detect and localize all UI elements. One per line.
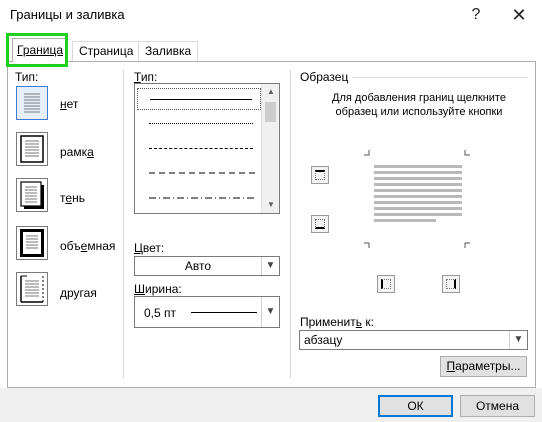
- preview-line: [374, 183, 462, 186]
- shadow-border-icon[interactable]: [16, 178, 48, 212]
- 3d-border-icon[interactable]: [16, 226, 48, 260]
- top-border-button-icon[interactable]: [311, 166, 329, 184]
- scroll-up-icon[interactable]: ▲: [262, 84, 280, 100]
- tab-shading[interactable]: Заливка: [138, 41, 199, 61]
- options-button[interactable]: Параметры...: [440, 356, 527, 377]
- chevron-down-icon[interactable]: ▼: [261, 297, 279, 327]
- scrollbar-thumb[interactable]: [265, 102, 276, 122]
- tab-border-label: Граница: [17, 43, 64, 57]
- setting-custom-label[interactable]: другая: [60, 286, 97, 300]
- tab-shading-label: Заливка: [145, 44, 192, 58]
- apply-value: абзацу: [304, 333, 343, 347]
- color-value: Авто: [184, 259, 212, 273]
- setting-label: Тип:: [15, 70, 39, 84]
- chevron-down-icon[interactable]: ▼: [509, 331, 527, 349]
- width-value: 0,5 пт: [144, 306, 177, 320]
- divider: [290, 70, 291, 378]
- scroll-down-icon[interactable]: ▼: [262, 197, 280, 213]
- line-style-dashed[interactable]: [137, 163, 261, 185]
- color-dropdown[interactable]: Авто ▼: [134, 256, 280, 276]
- close-button[interactable]: ✕: [508, 4, 530, 26]
- right-border-button-icon[interactable]: [442, 275, 460, 293]
- width-label: Ширина:: [134, 282, 182, 296]
- preview-line: [374, 219, 436, 222]
- style-label: Тип:: [134, 70, 158, 84]
- line-style-dotted[interactable]: [137, 113, 261, 135]
- setting-shadow-label[interactable]: тень: [60, 191, 85, 205]
- left-border-button-icon[interactable]: [377, 275, 395, 293]
- ok-button[interactable]: ОК: [378, 395, 453, 417]
- setting-box-label[interactable]: рамка: [60, 145, 94, 159]
- window-title: Границы и заливка: [10, 7, 125, 22]
- width-sample-line: [191, 312, 257, 313]
- box-border-icon[interactable]: [16, 132, 48, 166]
- line-style-scrollbar[interactable]: ▲ ▼: [261, 84, 279, 213]
- preview-line: [374, 207, 462, 210]
- preview-rule: [352, 77, 528, 78]
- width-dropdown[interactable]: 0,5 пт ▼: [134, 296, 280, 328]
- line-style-dash-dot[interactable]: [137, 188, 261, 210]
- setting-3d-label[interactable]: объемная: [60, 239, 115, 253]
- line-style-solid[interactable]: [137, 88, 261, 110]
- preview-line: [374, 189, 462, 192]
- line-style-list[interactable]: ▲ ▼: [134, 83, 280, 214]
- apply-label: Применить к:: [300, 315, 374, 329]
- custom-border-icon[interactable]: [16, 272, 48, 306]
- preview-text-lines: [374, 165, 462, 225]
- help-button[interactable]: ?: [465, 4, 487, 26]
- line-style-dashed-small[interactable]: [137, 138, 261, 160]
- preview-line: [374, 177, 462, 180]
- bottom-border-button-icon[interactable]: [311, 215, 329, 233]
- preview-line: [374, 165, 462, 168]
- tab-border[interactable]: Граница: [12, 38, 69, 62]
- apply-dropdown[interactable]: абзацу ▼: [299, 330, 528, 350]
- color-label: Цвет:: [134, 241, 165, 255]
- tab-page-border-label: Страница: [79, 44, 134, 58]
- preview-line: [374, 213, 462, 216]
- cancel-button[interactable]: Отмена: [460, 395, 535, 417]
- tab-page-border[interactable]: Страница: [72, 41, 141, 61]
- preview-instruction: Для добавления границ щелкните образец и…: [332, 92, 506, 118]
- preview-label: Образец: [300, 70, 349, 84]
- none-border-icon[interactable]: [16, 86, 48, 120]
- preview-line: [374, 195, 462, 198]
- preview-line: [374, 171, 462, 174]
- setting-none-label[interactable]: нет: [60, 97, 78, 111]
- divider: [123, 70, 124, 378]
- preview-line: [374, 201, 462, 204]
- chevron-down-icon[interactable]: ▼: [261, 257, 279, 275]
